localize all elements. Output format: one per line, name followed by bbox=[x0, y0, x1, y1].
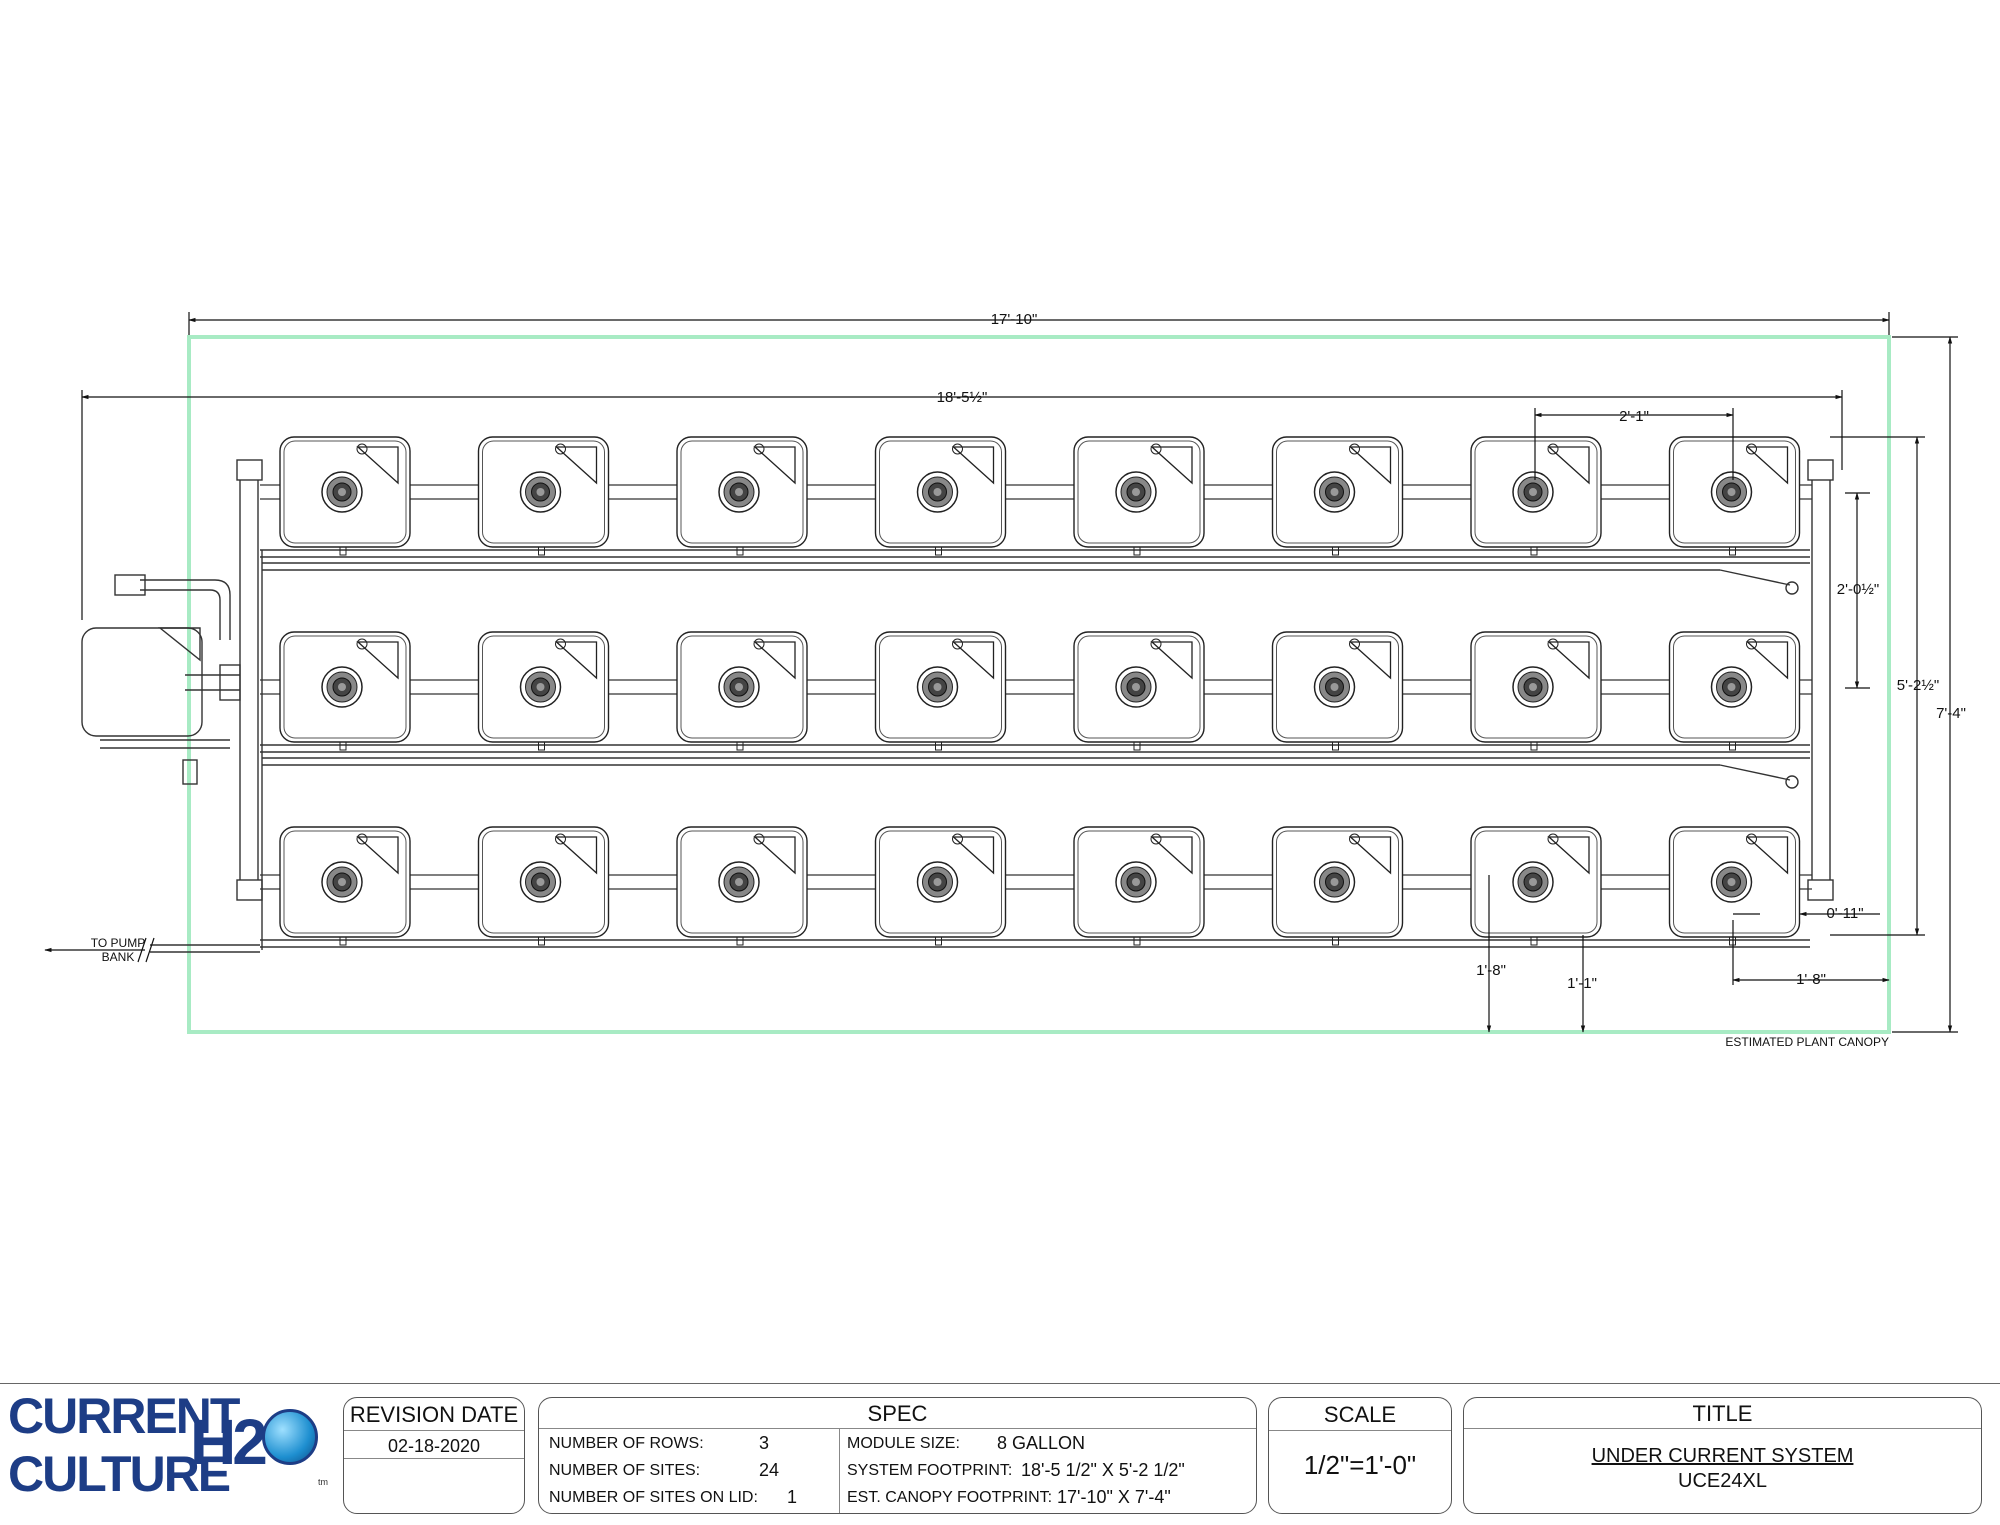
spec-lid-value: 1 bbox=[787, 1487, 798, 1507]
dim-system-depth: 5'-2½" bbox=[1897, 677, 1939, 694]
logo-tm: tm bbox=[318, 1477, 328, 1487]
grow-module bbox=[477, 631, 610, 751]
company-logo: CURRENT CULTURE H2O tm bbox=[0, 1385, 335, 1524]
spec-lid-label: NUMBER OF SITES ON LID: bbox=[549, 1489, 758, 1506]
spec-canopy-value: 17'-10" X 7'-4" bbox=[1057, 1487, 1171, 1507]
title-line2: UCE24XL bbox=[1678, 1470, 1767, 1492]
dim-canopy-width: 17'-10" bbox=[991, 311, 1038, 328]
spec-footprint-label: SYSTEM FOOTPRINT: bbox=[847, 1462, 1013, 1479]
grow-module bbox=[1271, 631, 1404, 751]
title-line1: UNDER CURRENT SYSTEM bbox=[1591, 1445, 1854, 1467]
grow-module bbox=[279, 631, 411, 751]
title-header: TITLE bbox=[1692, 1401, 1753, 1426]
dim-module-spacing: 2'-1" bbox=[1619, 408, 1649, 425]
dim-row-spacing: 2'-0½" bbox=[1837, 581, 1879, 598]
spec-module-label: MODULE SIZE: bbox=[847, 1435, 960, 1452]
spec-sites-value: 24 bbox=[759, 1460, 780, 1480]
estimated-canopy-outline bbox=[187, 335, 1891, 1034]
grow-module bbox=[874, 826, 1007, 946]
grow-module bbox=[1668, 436, 1801, 556]
grow-module bbox=[279, 826, 411, 946]
spec-module-value: 8 GALLON bbox=[997, 1433, 1086, 1453]
revision-date: 02-18-2020 bbox=[387, 1436, 481, 1456]
grow-module bbox=[676, 436, 808, 556]
spec-canopy-label: EST. CANOPY FOOTPRINT: bbox=[847, 1489, 1053, 1506]
grow-module bbox=[1668, 631, 1801, 751]
grow-module bbox=[1073, 631, 1205, 751]
grow-module bbox=[676, 631, 808, 751]
grow-module bbox=[676, 826, 808, 946]
spec-header: SPEC bbox=[867, 1401, 928, 1426]
grow-module bbox=[477, 826, 610, 946]
revision-box: REVISION DATE 02-18-2020 bbox=[343, 1397, 525, 1514]
canopy-label: ESTIMATED PLANT CANOPY bbox=[1725, 1035, 1889, 1049]
dim-bottom-right: 1'-8" bbox=[1796, 971, 1826, 988]
scale-header: SCALE bbox=[1323, 1402, 1397, 1427]
grow-module bbox=[1073, 436, 1205, 556]
grow-module bbox=[1271, 826, 1404, 946]
grow-module bbox=[279, 436, 411, 556]
grow-module bbox=[1073, 826, 1205, 946]
grow-module bbox=[1271, 436, 1404, 556]
dim-edge-offset: 0'-11" bbox=[1826, 905, 1863, 922]
scale-value: 1/2"=1'-0" bbox=[1303, 1450, 1417, 1480]
spec-rows-label: NUMBER OF ROWS: bbox=[549, 1435, 704, 1452]
spec-box: SPEC NUMBER OF ROWS: 3 NUMBER OF SITES: … bbox=[538, 1397, 1257, 1514]
spec-sites-label: NUMBER OF SITES: bbox=[549, 1462, 701, 1479]
spec-footprint-value: 18'-5 1/2" X 5'-2 1/2" bbox=[1021, 1460, 1185, 1480]
title-box: TITLE UNDER CURRENT SYSTEM UCE24XL bbox=[1463, 1397, 1982, 1514]
system-plan-drawing: 17'-10" 18'-5½" 2'-1" 2'-0½" 5'-2½" 7'-4… bbox=[44, 311, 1966, 1049]
scale-box: SCALE 1/2"=1'-0" bbox=[1268, 1397, 1452, 1514]
grow-module bbox=[874, 631, 1007, 751]
dim-system-width: 18'-5½" bbox=[937, 389, 988, 406]
grow-module bbox=[1470, 631, 1602, 751]
logo-sphere-icon bbox=[262, 1409, 318, 1465]
grow-module bbox=[1470, 436, 1602, 556]
spec-rows-value: 3 bbox=[759, 1433, 770, 1453]
dim-bottom-mid: 1'-1" bbox=[1567, 975, 1597, 992]
grow-module bbox=[477, 436, 610, 556]
revision-header: REVISION DATE bbox=[349, 1402, 519, 1427]
grow-module bbox=[1470, 826, 1602, 946]
grow-module bbox=[1668, 826, 1801, 946]
dim-canopy-depth: 7'-4" bbox=[1936, 705, 1966, 722]
grow-module bbox=[874, 436, 1007, 556]
dim-bottom-left: 1'-8" bbox=[1476, 962, 1506, 979]
module-grid bbox=[260, 436, 1812, 946]
